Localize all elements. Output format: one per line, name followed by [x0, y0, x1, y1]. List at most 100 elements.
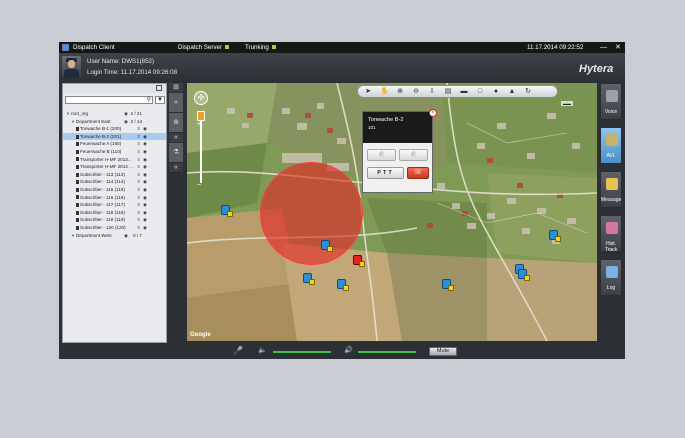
tree-row[interactable]: Transporter H-MF 2013... ◉ ≡: [63, 156, 166, 164]
expand-arrow-icon[interactable]: ▼: [66, 111, 70, 116]
tree-row[interactable]: Subscriber - 113 (113) ◉ ≡: [63, 171, 166, 179]
zoom-plus-icon[interactable]: +: [197, 121, 201, 128]
call-button[interactable]: ✆: [367, 149, 396, 161]
collapse-icon[interactable]: «: [169, 133, 183, 143]
log-button[interactable]: Log: [600, 259, 622, 296]
visibility-icon[interactable]: ◉: [143, 140, 147, 148]
status-ok-icon: [225, 45, 230, 50]
voice-button[interactable]: Voice: [600, 83, 622, 120]
filter-button[interactable]: ▼: [155, 96, 165, 104]
visibility-icon[interactable]: ◉: [124, 110, 128, 118]
zoom-out-icon[interactable]: ⊖: [412, 88, 420, 96]
search-input[interactable]: ⚲: [65, 96, 153, 104]
online-count: 2 / 14: [130, 118, 143, 124]
tree-row[interactable]: ▼root_org ◉ 2 / 21: [63, 110, 166, 118]
signal-icon: ≡: [137, 141, 140, 147]
speaker-icon: 🔊: [344, 347, 353, 354]
tree-row[interactable]: Transporter H-MF 2014 ... ◉ ≡: [63, 163, 166, 171]
map-toolbar: ➤ ✋ ⊕ ⊖ ⇩ ▤ ▬ □ ● ▲ ↻: [357, 85, 558, 98]
download-icon[interactable]: ⇩: [428, 88, 436, 96]
visibility-icon[interactable]: ◉: [143, 186, 147, 194]
terminal-marker[interactable]: [337, 279, 349, 291]
tree-row-label: Subscriber - 113 (113): [80, 171, 126, 177]
avl-button[interactable]: AVL: [600, 127, 622, 164]
tree-row[interactable]: Subscriber - 120 (120) ◉ ≡: [63, 224, 166, 232]
compass-icon[interactable]: ✣: [194, 91, 208, 105]
tree-row[interactable]: Tonwache B-1 (200) ◉ ≡: [63, 125, 166, 133]
refresh-icon[interactable]: ↻: [524, 88, 532, 96]
location-icon[interactable]: ▲: [508, 88, 516, 96]
tab-contacts[interactable]: ⊕: [169, 113, 183, 133]
tree-row[interactable]: Tonwache B-2 (201) ◉ ≡: [63, 132, 166, 141]
call-option-button[interactable]: ✆: [399, 149, 428, 161]
dispatch-server-status: Dispatch Server: [178, 42, 230, 53]
zoom-slider-handle[interactable]: [197, 111, 205, 121]
geofence-circle[interactable]: [260, 162, 363, 265]
expand-arrow-icon[interactable]: ▼: [71, 119, 75, 124]
tree-row[interactable]: Feuerwache B (110) ◉ ≡: [63, 148, 166, 156]
collapse-icon[interactable]: «: [169, 93, 183, 113]
terminal-marker[interactable]: [442, 279, 454, 291]
message-button[interactable]: Message: [600, 171, 622, 208]
visibility-icon[interactable]: ◉: [143, 194, 147, 202]
popup-close-button[interactable]: ×: [429, 109, 437, 117]
expand-arrow-icon[interactable]: ▼: [71, 233, 75, 238]
visibility-icon[interactable]: ◉: [143, 156, 147, 164]
hangup-icon: ☏: [413, 169, 423, 176]
close-button[interactable]: ✕: [615, 42, 621, 53]
visibility-icon[interactable]: ◉: [143, 171, 147, 179]
visibility-icon[interactable]: ◉: [124, 232, 128, 240]
mute-button[interactable]: Mute: [429, 347, 457, 356]
tree-row[interactable]: Subscriber - 117 (117) ◉ ≡: [63, 201, 166, 209]
layer-icon[interactable]: ▤: [444, 88, 452, 96]
dispatch-server-label: Dispatch Server: [178, 44, 223, 51]
search-icon[interactable]: ⚲: [147, 97, 151, 103]
terminal-marker[interactable]: [221, 205, 233, 217]
zoom-in-icon[interactable]: ⊕: [396, 88, 404, 96]
tree-row[interactable]: Feuerwache A (160) ◉ ≡: [63, 140, 166, 148]
tree-row[interactable]: Subscriber - 116 (116) ◉ ≡: [63, 194, 166, 202]
mic-volume-slider[interactable]: [273, 351, 331, 353]
tree-row[interactable]: ▼Department East ◉ 2 / 14: [63, 118, 166, 126]
marker-icon[interactable]: ●: [492, 88, 500, 96]
tree-row[interactable]: Subscriber - 118 (118) ◉ ≡: [63, 209, 166, 217]
hist-track-button[interactable]: Hist. Track: [600, 215, 622, 253]
terminal-marker[interactable]: [303, 273, 315, 285]
tree-row[interactable]: Subscriber - 114 (114) ◉ ≡: [63, 178, 166, 186]
visibility-icon[interactable]: ◉: [143, 163, 147, 171]
hangup-button[interactable]: ☏: [407, 167, 429, 179]
select-area-icon[interactable]: □: [476, 88, 484, 96]
terminal-marker[interactable]: [321, 240, 333, 252]
visibility-icon[interactable]: ◉: [143, 216, 147, 224]
zoom-slider[interactable]: + –: [197, 111, 205, 193]
pointer-tool-icon[interactable]: ➤: [364, 88, 372, 96]
map-view[interactable]: ➤ ✋ ⊕ ⊖ ⇩ ▤ ▬ □ ● ▲ ↻ ✣ + – ▬▬ Tonwache …: [187, 83, 597, 341]
visibility-icon[interactable]: ◉: [143, 178, 147, 186]
tree-mode-icon[interactable]: ⊞: [169, 83, 183, 93]
measure-icon[interactable]: ▬: [460, 88, 468, 96]
collapse-icon[interactable]: «: [169, 163, 183, 173]
zoom-minus-icon[interactable]: –: [197, 181, 201, 188]
pan-tool-icon[interactable]: ✋: [380, 88, 389, 96]
user-name: User Name: DWS1(852): [87, 58, 155, 65]
trunking-status: Trunking: [245, 42, 276, 53]
alarm-terminal-marker[interactable]: [353, 255, 365, 267]
visibility-icon[interactable]: ◉: [143, 148, 147, 156]
ptt-button[interactable]: PTT: [367, 167, 404, 179]
speaker-volume-slider[interactable]: [358, 351, 416, 353]
tree-row[interactable]: ▼Department West ◉ 0 / 7: [63, 232, 166, 240]
tree-row[interactable]: Subscriber - 119 (119) ◉ ≡: [63, 216, 166, 224]
signal-icon: ≡: [137, 202, 140, 208]
terminal-marker[interactable]: [518, 269, 530, 281]
visibility-icon[interactable]: ◉: [143, 209, 147, 217]
tree-row[interactable]: Subscriber - 115 (115) ◉ ≡: [63, 186, 166, 194]
tree-view-icon[interactable]: [156, 85, 162, 91]
visibility-icon[interactable]: ◉: [124, 118, 128, 126]
tab-groups[interactable]: ⚗: [169, 143, 183, 163]
visibility-icon[interactable]: ◉: [143, 125, 147, 133]
visibility-icon[interactable]: ◉: [143, 224, 147, 232]
visibility-icon[interactable]: ◉: [143, 201, 147, 209]
visibility-icon[interactable]: ◉: [143, 133, 147, 141]
minimize-button[interactable]: —: [600, 42, 607, 53]
terminal-marker[interactable]: [549, 230, 561, 242]
